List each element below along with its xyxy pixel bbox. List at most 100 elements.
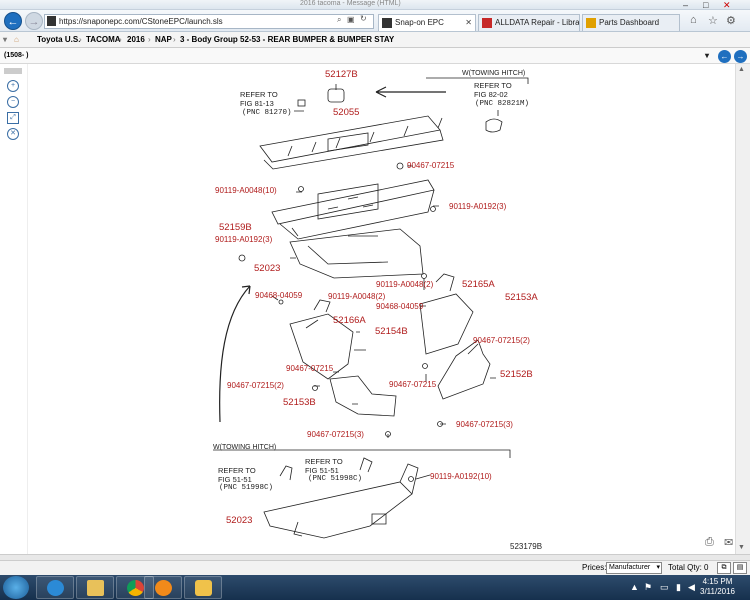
figure-number: 523179B <box>510 542 543 551</box>
start-button[interactable] <box>3 576 29 599</box>
back-button[interactable]: ← <box>4 12 22 30</box>
tray-flag-icon[interactable]: ⚑ <box>644 582 652 593</box>
panel-splitter[interactable] <box>0 554 750 561</box>
lock-icon[interactable]: ▣ <box>347 15 355 24</box>
part-90467-07215-3-a[interactable]: 90467-07215(3) <box>307 430 364 439</box>
part-90468-04059-a[interactable]: 90468-04059 <box>255 291 302 300</box>
price-bar: Prices: Manufacturer ▾ Total Qty: 0 ⧉ ▤ <box>0 561 750 575</box>
refer-label-51-51-b-line2[interactable]: FIG 51-51 <box>305 466 339 475</box>
star-icon[interactable]: ☆ <box>708 14 718 27</box>
crumb-model[interactable]: TACOMA <box>86 32 121 47</box>
tray-arrow-icon[interactable]: ▲ <box>630 582 639 592</box>
refer-label-81-13-line2[interactable]: FIG 81-13 <box>240 99 274 108</box>
part-90467-07215-a[interactable]: 90467-07215 <box>407 161 454 170</box>
clear-search-icon[interactable]: ✕ <box>7 128 19 140</box>
prices-select-value: Manufacturer <box>609 564 651 571</box>
windows-taskbar: ▲ ⚑ ▭ ▮ ◀ 4:15 PM 3/11/2016 <box>0 575 750 600</box>
parts-favicon <box>586 18 596 28</box>
part-90119-a0048-2-a[interactable]: 90119-A0048(2) <box>376 280 433 289</box>
snapon-favicon <box>382 18 392 28</box>
home-icon[interactable]: ⌂ <box>690 14 697 26</box>
part-90467-07215-c[interactable]: 90467-07215 <box>389 380 436 389</box>
part-52166a[interactable]: 52166A <box>333 315 366 326</box>
taskbar-ie[interactable] <box>36 576 74 599</box>
vertical-scrollbar[interactable]: ▲ ▼ <box>735 64 750 554</box>
gear-icon[interactable]: ⚙ <box>726 14 736 27</box>
app-icon <box>155 580 172 596</box>
tab-close-icon[interactable]: ✕ <box>465 15 472 30</box>
part-52127b[interactable]: 52127B <box>325 69 358 80</box>
tab-snapon-epc[interactable]: Snap-on EPC ✕ <box>378 14 476 31</box>
part-90119-a0048-10[interactable]: 90119-A0048(10) <box>215 186 277 195</box>
menu-icon[interactable]: ▾ <box>3 32 7 47</box>
refer-label-81-13-line1: REFER TO <box>240 90 278 99</box>
forward-button[interactable]: → <box>25 12 43 30</box>
refer-label-51-51-a-line2[interactable]: FIG 51-51 <box>218 475 252 484</box>
part-52153b[interactable]: 52153B <box>283 397 316 408</box>
tray-display-icon[interactable]: ▭ <box>660 582 669 593</box>
scroll-up-icon[interactable]: ▲ <box>738 66 745 73</box>
prices-label: Prices: <box>582 563 607 572</box>
part-52153a[interactable]: 52153A <box>505 292 538 303</box>
part-52165a[interactable]: 52165A <box>462 279 495 290</box>
crumb-make[interactable]: Toyota U.S. <box>37 32 80 47</box>
part-90468-04059-b[interactable]: 90468-04059 <box>376 302 423 311</box>
crumb-section[interactable]: 52-53 - REAR BUMPER & BUMPER STAY <box>240 32 394 47</box>
volume-icon[interactable]: ◀ <box>688 582 695 593</box>
tab-alldata[interactable]: ALLDATA Repair - Library ... <box>478 14 580 31</box>
network-icon[interactable]: ▮ <box>676 582 681 593</box>
part-52023-stay[interactable]: 52023 <box>254 263 280 274</box>
part-90119-a0192-3-a[interactable]: 90119-A0192(3) <box>449 202 506 211</box>
part-52055[interactable]: 52055 <box>333 107 359 118</box>
minimize-icon[interactable]: – <box>683 0 688 10</box>
system-clock[interactable]: 4:15 PM 3/11/2016 <box>700 577 735 597</box>
panel-handle-icon[interactable] <box>4 68 22 74</box>
part-52023-hitch[interactable]: 52023 <box>226 515 252 526</box>
zoom-in-icon[interactable]: + <box>7 80 19 92</box>
part-90467-07215-b[interactable]: 90467-07215 <box>286 364 333 373</box>
maximize-icon[interactable]: □ <box>703 0 708 10</box>
part-52152b[interactable]: 52152B <box>500 369 533 380</box>
tab-parts-dashboard[interactable]: Parts Dashboard <box>582 14 680 31</box>
part-90119-a0192-10[interactable]: 90119-A0192(10) <box>430 472 492 481</box>
crumb-year[interactable]: 2016 <box>127 32 145 47</box>
next-page-button[interactable]: → <box>734 50 747 63</box>
part-90119-a0048-2-b[interactable]: 90119-A0048(2) <box>328 292 385 301</box>
search-icon[interactable]: ⌕ <box>337 15 341 25</box>
chevron-down-icon[interactable]: ▾ <box>705 48 709 63</box>
crumb-region[interactable]: NAP <box>155 32 172 47</box>
refresh-icon[interactable]: ↻ <box>360 14 367 23</box>
refer-label-82-02-line2[interactable]: FIG 82-02 <box>474 90 508 99</box>
bumper-reinforcement <box>271 179 435 225</box>
part-52159b[interactable]: 52159B <box>219 222 252 233</box>
taskbar-app5[interactable] <box>184 576 222 599</box>
right-side-cover <box>437 339 491 400</box>
chevron-down-icon: ▾ <box>656 564 660 571</box>
diagram-header-top: W(TOWING HITCH) <box>462 70 526 77</box>
cart-icon[interactable]: ▤ <box>733 562 747 574</box>
rear-bumper-step <box>259 115 441 163</box>
production-filter[interactable]: (1508- ) <box>4 48 29 63</box>
prev-page-button[interactable]: ← <box>718 50 731 63</box>
mail-icon[interactable]: ✉ <box>724 536 733 549</box>
taskbar-explorer[interactable] <box>76 576 114 599</box>
chrome-icon <box>127 580 144 596</box>
copy-icon[interactable]: ⧉ <box>717 562 731 574</box>
part-52154b[interactable]: 52154B <box>375 326 408 337</box>
taskbar-app4[interactable] <box>144 576 182 599</box>
crumb-group[interactable]: 3 - Body Group <box>180 32 238 47</box>
part-90467-07215-2-a[interactable]: 90467-07215(2) <box>473 336 530 345</box>
home-crumb-icon[interactable]: ⌂ <box>14 32 19 47</box>
scroll-down-icon[interactable]: ▼ <box>738 544 745 551</box>
part-90467-07215-3-b[interactable]: 90467-07215(3) <box>456 420 513 429</box>
part-90119-a0192-3-b[interactable]: 90119-A0192(3) <box>215 235 272 244</box>
prices-select[interactable]: Manufacturer ▾ <box>606 562 662 574</box>
refer-pnc-82821m: (PNC 82821M) <box>475 100 530 108</box>
address-bar[interactable]: https://snaponepc.com/CStoneEPC/launch.s… <box>44 14 374 29</box>
fit-view-icon[interactable]: ⤢ <box>7 112 19 124</box>
zoom-out-icon[interactable]: − <box>7 96 19 108</box>
printer-icon[interactable]: ⎙ <box>705 536 714 549</box>
refer-label-51-51-b-line1: REFER TO <box>305 457 343 466</box>
step-pad-part <box>327 88 345 103</box>
part-90467-07215-2-b[interactable]: 90467-07215(2) <box>227 381 284 390</box>
